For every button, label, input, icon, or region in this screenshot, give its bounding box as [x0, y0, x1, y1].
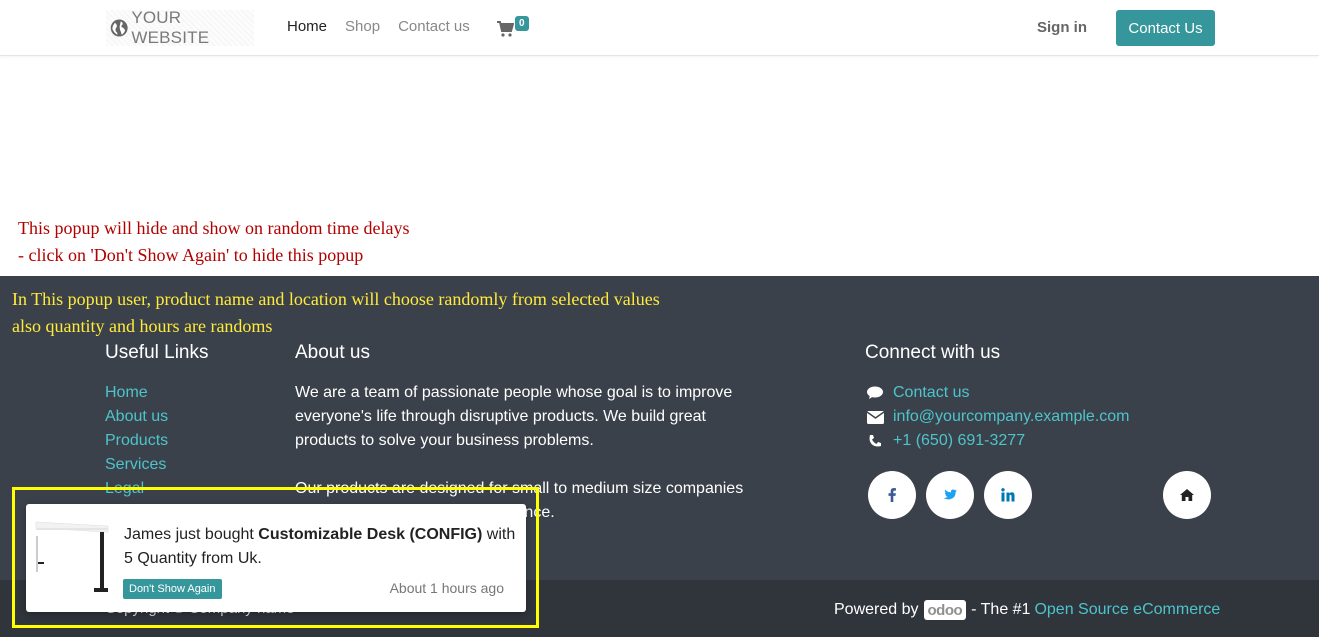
about-title: About us: [295, 342, 370, 363]
connect-email-row[interactable]: info@yourcompany.example.com: [866, 405, 1130, 429]
red-note-line: This popup will hide and show on random …: [18, 218, 410, 238]
connect-email-link[interactable]: info@yourcompany.example.com: [893, 405, 1130, 429]
powered-by-label: Powered by: [834, 601, 919, 618]
site-logo[interactable]: YOUR WEBSITE: [106, 8, 254, 47]
connect-phone-row[interactable]: +1 (650) 691-3277: [866, 429, 1130, 453]
red-note: This popup will hide and show on random …: [18, 215, 409, 269]
nav-home[interactable]: Home: [287, 18, 327, 35]
phone-icon: [866, 433, 884, 449]
footer-link-services[interactable]: Services: [105, 453, 168, 477]
popup-product-name[interactable]: Customizable Desk (CONFIG): [258, 526, 482, 543]
connect-list: Contact us info@yourcompany.example.com …: [866, 381, 1130, 453]
sales-notification-popup: James just bought Customizable Desk (CON…: [26, 504, 526, 612]
odoo-logo[interactable]: odoo: [923, 600, 967, 620]
yellow-note-line: In This popup user, product name and loc…: [12, 289, 660, 309]
footer-link-products[interactable]: Products: [105, 429, 168, 453]
connect-title: Connect with us: [865, 342, 1001, 363]
yellow-note: In This popup user, product name and loc…: [12, 286, 660, 340]
twitter-icon[interactable]: [926, 471, 974, 519]
cart-icon[interactable]: [496, 20, 514, 38]
about-paragraph: We are a team of passionate people whose…: [295, 384, 733, 449]
facebook-icon[interactable]: [868, 471, 916, 519]
linkedin-icon[interactable]: [984, 471, 1032, 519]
popup-quantity-line: 5 Quantity from Uk.: [124, 550, 262, 567]
globe-icon: [110, 19, 128, 37]
nav-shop[interactable]: Shop: [345, 18, 380, 35]
envelope-icon: [866, 409, 884, 425]
signin-link[interactable]: Sign in: [1037, 19, 1087, 36]
red-note-line: - click on 'Don't Show Again' to hide th…: [18, 245, 364, 265]
connect-contact-link[interactable]: Contact us: [893, 381, 969, 405]
useful-links-list: Home About us Products Services Legal: [105, 381, 168, 501]
dont-show-again-button[interactable]: Don't Show Again: [123, 579, 222, 599]
main-nav: Home Shop Contact us: [287, 18, 488, 35]
the-number-one-text: - The #1: [971, 601, 1031, 618]
comment-icon: [866, 385, 884, 401]
connect-contact-row[interactable]: Contact us: [866, 381, 1130, 405]
nav-contact[interactable]: Contact us: [398, 18, 470, 35]
yellow-note-line: also quantity and hours are randoms: [12, 316, 273, 336]
open-source-ecommerce-link[interactable]: Open Source eCommerce: [1034, 601, 1220, 619]
powered-by: Powered by odoo - The #1 Open Source eCo…: [834, 600, 1220, 620]
connect-phone-link[interactable]: +1 (650) 691-3277: [893, 429, 1025, 453]
home-icon[interactable]: [1163, 471, 1211, 519]
contact-us-button[interactable]: Contact Us: [1116, 10, 1215, 46]
footer-link-home[interactable]: Home: [105, 381, 168, 405]
popup-time-label: About 1 hours ago: [389, 580, 504, 596]
product-image: [34, 516, 112, 600]
popup-user-text: James just bought: [124, 526, 259, 543]
logo-text: YOUR WEBSITE: [131, 8, 210, 47]
cart-count-badge: 0: [515, 16, 529, 31]
footer-link-about[interactable]: About us: [105, 405, 168, 429]
useful-links-title: Useful Links: [105, 342, 209, 363]
popup-message: James just bought Customizable Desk (CON…: [124, 523, 516, 571]
popup-after-product: with: [482, 526, 516, 543]
